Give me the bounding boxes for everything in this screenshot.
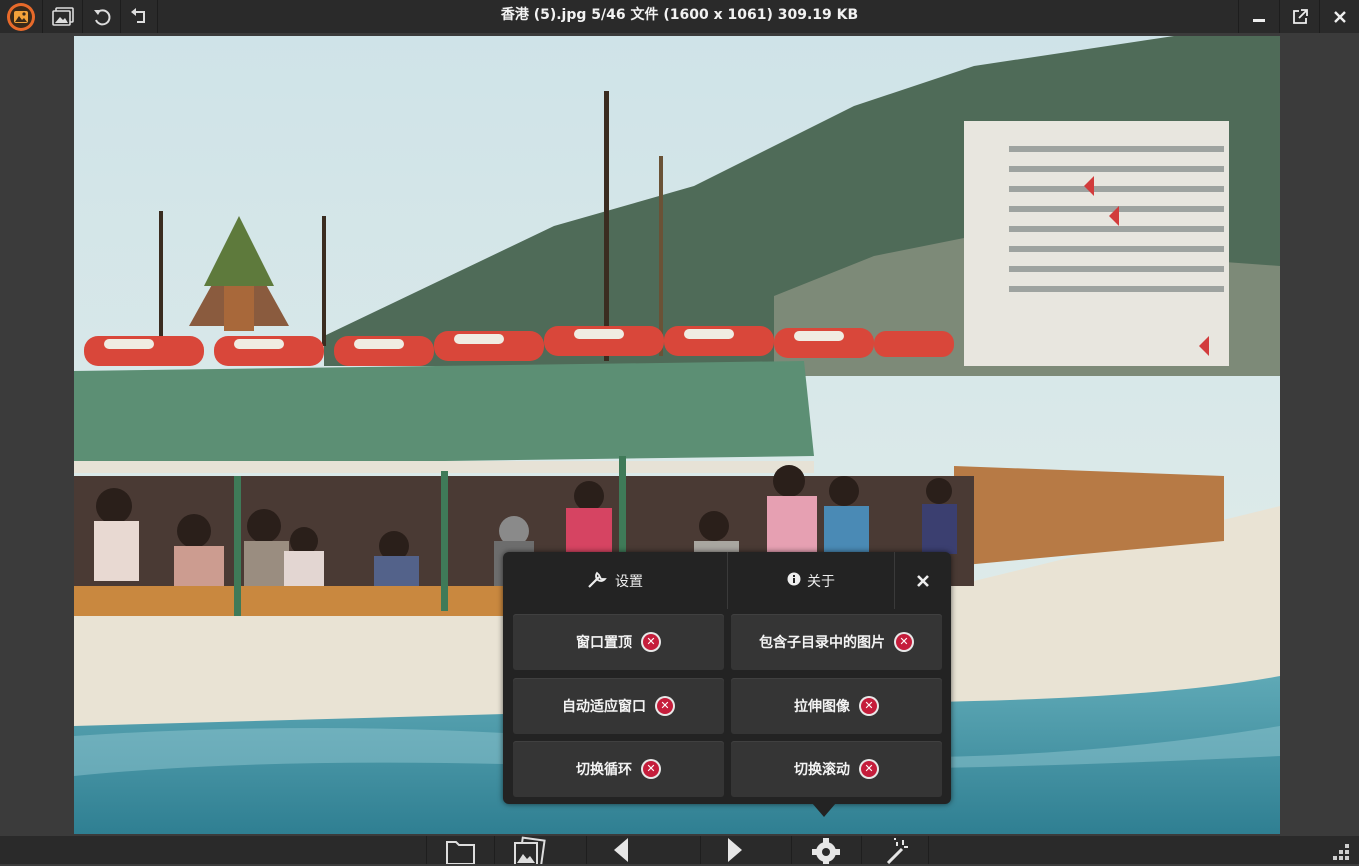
option-stretch-image[interactable]: 拉伸图像 ✕ [731,678,942,734]
disabled-x-icon: ✕ [641,759,661,779]
tab-settings-label: 设置 [615,573,643,590]
tab-about-label: 关于 [807,573,835,590]
panel-pointer [812,803,836,817]
tab-settings[interactable]: 设置 [503,552,727,609]
disabled-x-icon: ✕ [641,632,661,652]
option-auto-fit-window[interactable]: 自动适应窗口 ✕ [513,678,724,734]
option-toggle-loop[interactable]: 切换循环 ✕ [513,741,724,797]
rotate-ccw-icon[interactable] [83,0,121,33]
window-title: 香港 (5).jpg 5/46 文件 (1600 x 1061) 309.19 … [500,7,859,23]
info-icon [787,572,801,590]
magic-wand-icon[interactable] [861,836,929,864]
popout-icon[interactable] [1279,0,1319,33]
minimize-icon[interactable] [1238,0,1279,33]
option-label: 窗口置顶 [576,635,632,651]
panel-close-button[interactable] [895,552,951,609]
disabled-x-icon: ✕ [894,632,914,652]
app-logo-icon[interactable] [0,0,43,33]
undo-icon[interactable] [121,0,158,33]
disabled-x-icon: ✕ [655,696,675,716]
next-icon[interactable] [700,836,768,864]
folder-icon[interactable] [426,836,494,864]
option-label: 拉伸图像 [794,699,850,715]
gallery-icon[interactable] [494,836,562,864]
tab-about[interactable]: 关于 [728,552,894,609]
option-always-on-top[interactable]: 窗口置顶 ✕ [513,614,724,670]
option-label: 切换循环 [576,762,632,778]
close-icon [917,574,929,587]
option-toggle-scroll[interactable]: 切换滚动 ✕ [731,741,942,797]
image-icon[interactable] [43,0,83,33]
wrench-icon [587,569,609,593]
option-label: 自动适应窗口 [562,699,646,715]
settings-panel: 设置 关于 窗口置顶 ✕ 包含子目录中的图片 ✕ 自动适应窗口 ✕ 拉伸图像 ✕… [503,552,951,804]
bottom-toolbar [0,836,1359,864]
resize-grip-icon[interactable] [1331,842,1351,862]
disabled-x-icon: ✕ [859,696,879,716]
previous-icon[interactable] [586,836,654,864]
option-label: 切换滚动 [794,762,850,778]
disabled-x-icon: ✕ [859,759,879,779]
option-label: 包含子目录中的图片 [759,635,885,651]
close-icon[interactable] [1319,0,1359,33]
option-include-subfolders[interactable]: 包含子目录中的图片 ✕ [731,614,942,670]
settings-gear-icon[interactable] [791,836,859,864]
title-bar: 香港 (5).jpg 5/46 文件 (1600 x 1061) 309.19 … [0,0,1359,33]
